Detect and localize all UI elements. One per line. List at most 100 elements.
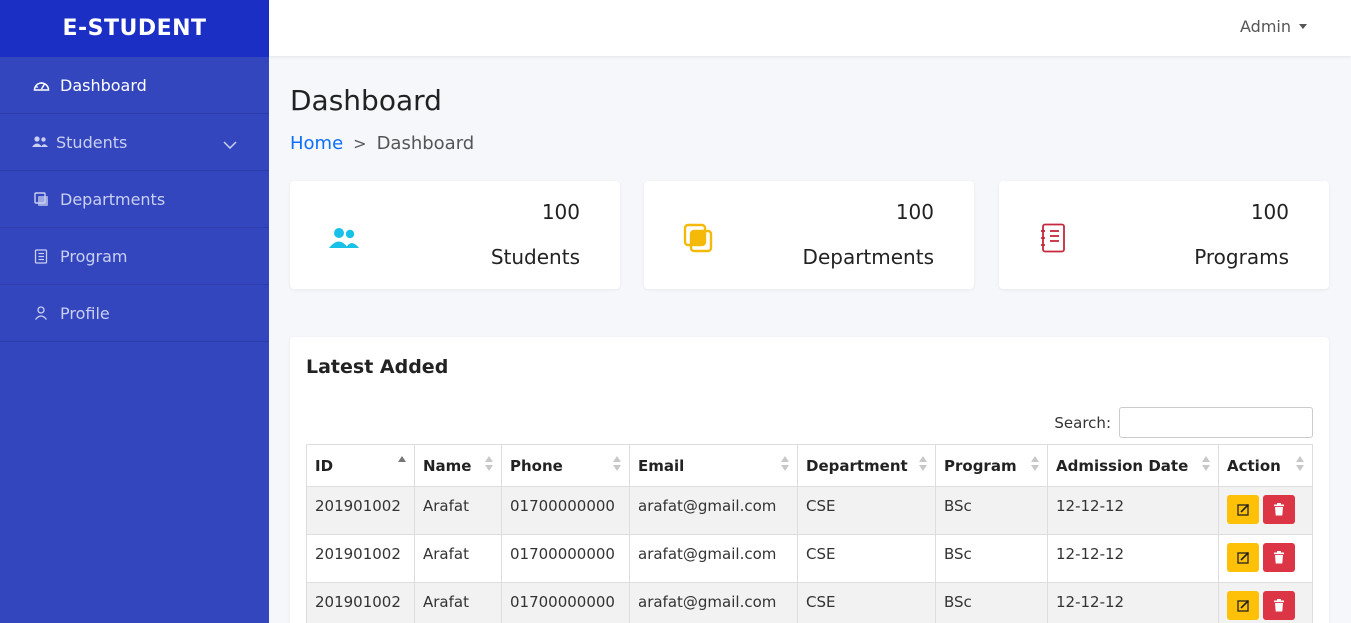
caret-down-icon — [1299, 24, 1307, 29]
cell-phone: 01700000000 — [501, 486, 630, 535]
sidebar-item-departments[interactable]: Departments — [0, 171, 269, 228]
stat-label: Programs — [1194, 245, 1289, 269]
column-header-admission-date[interactable]: Admission Date — [1047, 444, 1219, 487]
sidebar-item-dashboard[interactable]: Dashboard — [0, 57, 269, 114]
column-header-email[interactable]: Email — [629, 444, 798, 487]
cell-phone: 01700000000 — [501, 534, 630, 583]
stat-card-programs[interactable]: 100 Programs — [999, 181, 1329, 289]
cell-program: BSc — [935, 582, 1048, 623]
students-table: ID Name Phone Email Department Program A… — [306, 444, 1313, 623]
edit-icon — [1236, 599, 1249, 612]
panel-title: Latest Added — [306, 356, 449, 378]
breadcrumb: Home > Dashboard — [290, 133, 474, 154]
sidebar-item-label: Profile — [60, 303, 110, 323]
cell-actions — [1218, 486, 1313, 535]
sort-icon — [613, 456, 621, 474]
sort-icon — [1202, 456, 1210, 474]
sort-icon — [485, 456, 493, 474]
cell-email: arafat@gmail.com — [629, 582, 798, 623]
stat-label: Students — [490, 245, 580, 269]
edit-icon — [1236, 551, 1249, 564]
users-icon — [32, 133, 48, 151]
sort-icon — [398, 456, 406, 474]
column-header-id[interactable]: ID — [306, 444, 415, 487]
cell-phone: 01700000000 — [501, 582, 630, 623]
gauge-icon — [32, 76, 50, 94]
sidebar-item-label: Departments — [60, 189, 166, 209]
page-title: Dashboard — [290, 84, 442, 117]
stat-value: 100 — [895, 200, 934, 224]
sort-icon — [1296, 456, 1304, 474]
cell-admission-date: 12-12-12 — [1047, 486, 1219, 535]
cell-id: 201901002 — [306, 486, 415, 535]
brand-logo[interactable]: E-STUDENT — [0, 0, 269, 57]
column-header-phone[interactable]: Phone — [501, 444, 630, 487]
sidebar-item-program[interactable]: Program — [0, 228, 269, 285]
sidebar-item-label: Dashboard — [60, 75, 147, 95]
trash-icon — [1274, 599, 1284, 612]
cell-id: 201901002 — [306, 582, 415, 623]
topbar: Admin — [269, 0, 1351, 56]
cell-email: arafat@gmail.com — [629, 486, 798, 535]
notebook-icon — [32, 247, 50, 265]
sort-icon — [1031, 456, 1039, 474]
cell-name: Arafat — [414, 486, 502, 535]
breadcrumb-home-link[interactable]: Home — [290, 133, 343, 154]
edit-button[interactable] — [1227, 495, 1259, 524]
cell-department: CSE — [797, 582, 936, 623]
user-icon — [32, 304, 50, 322]
search-label: Search: — [1054, 413, 1111, 432]
chevron-down-icon[interactable] — [223, 134, 237, 153]
column-header-action[interactable]: Action — [1218, 444, 1313, 487]
notebook-icon — [1037, 222, 1069, 254]
user-menu-label: Admin — [1240, 17, 1291, 36]
cell-id: 201901002 — [306, 534, 415, 583]
table-row: 201901002 Arafat 01700000000 arafat@gmai… — [306, 534, 1313, 583]
users-icon — [328, 222, 360, 254]
cell-name: Arafat — [414, 534, 502, 583]
cell-actions — [1218, 582, 1313, 623]
user-menu-button[interactable]: Admin — [1240, 17, 1307, 36]
stat-value: 100 — [541, 200, 580, 224]
cell-program: BSc — [935, 486, 1048, 535]
sidebar-item-label: Students — [56, 132, 128, 152]
table-row: 201901002 Arafat 01700000000 arafat@gmai… — [306, 486, 1313, 535]
sort-icon — [919, 456, 927, 474]
trash-icon — [1274, 503, 1284, 516]
table-header-row: ID Name Phone Email Department Program A… — [306, 444, 1313, 487]
cell-department: CSE — [797, 534, 936, 583]
column-header-name[interactable]: Name — [414, 444, 502, 487]
search-input[interactable] — [1119, 407, 1313, 438]
sort-icon — [781, 456, 789, 474]
cell-admission-date: 12-12-12 — [1047, 582, 1219, 623]
delete-button[interactable] — [1263, 543, 1295, 572]
latest-added-panel: Latest Added Search: ID Name Phone Email… — [290, 337, 1329, 623]
trash-icon — [1274, 551, 1284, 564]
sidebar-item-profile[interactable]: Profile — [0, 285, 269, 342]
edit-icon — [1236, 503, 1249, 516]
edit-button[interactable] — [1227, 543, 1259, 572]
stat-card-departments[interactable]: 100 Departments — [644, 181, 974, 289]
cell-name: Arafat — [414, 582, 502, 623]
cell-program: BSc — [935, 534, 1048, 583]
table-search: Search: — [1054, 407, 1313, 438]
cell-department: CSE — [797, 486, 936, 535]
edit-button[interactable] — [1227, 591, 1259, 620]
breadcrumb-separator: > — [353, 134, 367, 153]
cell-admission-date: 12-12-12 — [1047, 534, 1219, 583]
table-row: 201901002 Arafat 01700000000 arafat@gmai… — [306, 582, 1313, 623]
sidebar-item-students[interactable]: Students — [0, 114, 269, 171]
clone-icon — [32, 190, 50, 208]
column-header-department[interactable]: Department — [797, 444, 936, 487]
stat-label: Departments — [802, 245, 934, 269]
column-header-program[interactable]: Program — [935, 444, 1048, 487]
cell-email: arafat@gmail.com — [629, 534, 798, 583]
stat-value: 100 — [1250, 200, 1289, 224]
clone-icon — [682, 222, 714, 254]
sidebar: E-STUDENT Dashboard Students Departments… — [0, 0, 269, 623]
breadcrumb-current: Dashboard — [376, 133, 475, 154]
sidebar-item-label: Program — [60, 246, 128, 266]
delete-button[interactable] — [1263, 495, 1295, 524]
delete-button[interactable] — [1263, 591, 1295, 620]
stat-card-students[interactable]: 100 Students — [290, 181, 620, 289]
